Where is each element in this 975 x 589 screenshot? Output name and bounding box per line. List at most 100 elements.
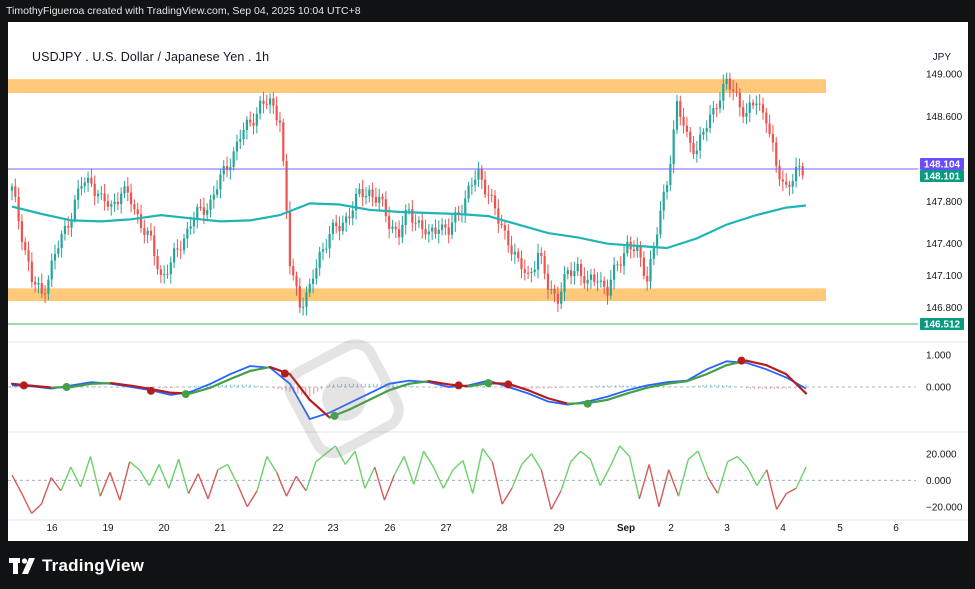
candle-body [202, 207, 205, 215]
candle-body [722, 83, 725, 101]
candle-body [252, 122, 255, 126]
candle-body [378, 196, 381, 203]
candle-body [560, 291, 563, 304]
candle-body [725, 78, 728, 84]
candle-body [447, 227, 450, 235]
candle-body [391, 226, 394, 229]
candle-body [80, 185, 83, 189]
candle-body [255, 113, 258, 126]
candle-body [579, 263, 583, 277]
price-axis-tick: 147.400 [926, 239, 963, 250]
candle-body [742, 107, 745, 117]
candle-body [712, 107, 715, 115]
candle-body [30, 261, 33, 282]
chart-panel[interactable]: 149.000 148.600 147.800 147.400 147.100 146.8… [8, 22, 968, 541]
price-badge-label: 148.104 [924, 159, 961, 170]
candle-body [775, 142, 778, 166]
candle-body [490, 194, 493, 196]
candle-body [239, 139, 242, 142]
candle-body [758, 103, 761, 105]
oscillator-segment [609, 445, 621, 468]
oscillator-segment [285, 476, 297, 497]
candle-body [596, 281, 599, 283]
candle-body [464, 198, 467, 215]
oscillator-segment [727, 455, 738, 463]
candle-body [682, 116, 685, 126]
time-axis-tick: 16 [46, 523, 58, 534]
crossover-marker [504, 380, 513, 389]
candle-body [351, 210, 354, 219]
grid-layer [8, 341, 968, 521]
candle-body [616, 264, 619, 266]
candle-body [77, 188, 80, 200]
candle-body [130, 192, 133, 205]
axis-layer: 149.000 148.600 147.800 147.400 147.100 146.8… [46, 69, 964, 534]
candle-body [603, 280, 606, 287]
candle-body [791, 181, 794, 187]
candle-body [437, 229, 440, 234]
time-axis-tick: 29 [553, 523, 565, 534]
candle-body [622, 253, 626, 266]
candle-body [546, 273, 550, 290]
candle-body [444, 224, 447, 228]
oscillator-segment [736, 456, 748, 468]
candle-body [609, 279, 612, 296]
candle-body [24, 241, 27, 251]
candle-body [272, 98, 275, 106]
candle-body [192, 219, 196, 227]
candle-body [149, 230, 153, 236]
oscillator-segment [129, 461, 140, 471]
candle-body [755, 103, 758, 106]
crossover-marker [19, 381, 28, 390]
candle-body [242, 130, 245, 140]
candle-body [262, 100, 265, 104]
candle-body [533, 269, 536, 273]
oscillator-segment [540, 469, 552, 510]
time-axis-tick: 6 [893, 523, 899, 534]
candle-body [315, 268, 318, 279]
candle-body [288, 210, 291, 267]
candle-body [235, 141, 239, 152]
time-axis-tick: 3 [724, 523, 730, 534]
candles-layer[interactable] [10, 72, 804, 316]
candle-body [139, 214, 143, 228]
candle-body [93, 183, 96, 197]
chart-canvas[interactable]: 149.000 148.600 147.800 147.400 147.100 146.8… [8, 22, 968, 541]
candle-body [639, 246, 642, 258]
candle-body [368, 189, 371, 197]
oscillator-segment [40, 477, 52, 505]
candle-body [553, 289, 556, 294]
signal-line-segment [705, 364, 728, 376]
candle-body [169, 262, 172, 275]
candle-body [401, 224, 404, 238]
oscillator-segment [364, 466, 376, 489]
attribution-text: TimothyFigueroa created with TradingView… [6, 5, 361, 17]
time-axis-tick: 26 [384, 523, 396, 534]
oscillator-segment [295, 475, 307, 492]
oscillator-segment [589, 458, 601, 486]
oscillator-segment [158, 464, 170, 489]
oscillator-segment [236, 483, 248, 508]
candle-body [536, 253, 540, 270]
candle-body [163, 273, 166, 275]
macd-line [11, 360, 807, 421]
candle-body [798, 166, 801, 168]
oscillator-segment [383, 474, 395, 501]
candle-body [245, 119, 248, 131]
crossover-marker [146, 386, 155, 395]
candle-body [268, 98, 272, 105]
oscillator-segment [354, 451, 366, 489]
oscillator-segment [413, 451, 425, 485]
time-axis-tick: 20 [158, 523, 170, 534]
oscillator-segment [187, 473, 199, 494]
candle-body [120, 193, 123, 205]
crossover-marker [583, 399, 592, 408]
candle-body [414, 222, 417, 224]
signal-line-segment [110, 382, 133, 387]
time-axis-tick: 27 [440, 523, 452, 534]
candle-body [40, 282, 43, 294]
candle-body [543, 256, 546, 274]
candle-body [771, 134, 775, 143]
candle-body [675, 101, 679, 130]
candle-body [530, 272, 533, 274]
